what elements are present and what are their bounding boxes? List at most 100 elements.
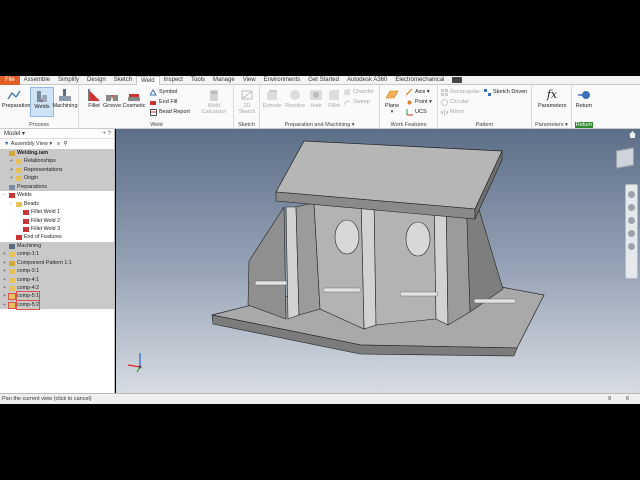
expand-icon[interactable]: + bbox=[3, 276, 6, 284]
filter-icon[interactable]: ▼ bbox=[4, 141, 9, 147]
viewcube[interactable] bbox=[616, 147, 634, 169]
tree-item[interactable]: Fillet Weld 1 bbox=[0, 208, 114, 216]
tree-item[interactable]: + comp-4:1 bbox=[0, 275, 114, 284]
tab-tools[interactable]: Tools bbox=[187, 76, 209, 85]
mirror-icon bbox=[441, 109, 448, 116]
chevron-down-icon[interactable]: ▾ bbox=[22, 131, 25, 137]
revolve-button[interactable]: Revolve bbox=[283, 87, 307, 117]
plane-button[interactable]: Plane ▾ bbox=[382, 87, 402, 117]
cosmetic-weld-button[interactable]: Cosmetic bbox=[121, 87, 147, 117]
search-icon[interactable]: ⚲ bbox=[63, 141, 67, 147]
tab-manage[interactable]: Manage bbox=[209, 76, 239, 85]
bead-report-button[interactable]: Bead Report bbox=[150, 108, 190, 117]
machining-button[interactable]: Machining bbox=[52, 87, 78, 117]
tree-item[interactable]: - Beads bbox=[0, 200, 114, 208]
chamfer-button[interactable]: Chamfer bbox=[344, 88, 374, 97]
tab-get-started[interactable]: Get Started bbox=[304, 76, 343, 85]
assembly-view-selector[interactable]: Assembly View ▾ bbox=[11, 141, 54, 147]
tab-design[interactable]: Design bbox=[83, 76, 110, 85]
tab-electromechanical[interactable]: Electromechanical bbox=[391, 76, 448, 85]
mirror-button[interactable]: Mirror bbox=[441, 108, 464, 117]
tree-item[interactable]: + comp-4:2 bbox=[0, 284, 114, 293]
tree-item[interactable]: - Welds bbox=[0, 191, 114, 199]
expand-icon[interactable]: + bbox=[3, 284, 6, 292]
tree-item[interactable]: + Component Pattern 1:1 bbox=[0, 258, 114, 268]
group-return-label: Return bbox=[572, 122, 596, 128]
navigation-bar[interactable] bbox=[625, 184, 638, 279]
expand-icon[interactable]: + bbox=[3, 250, 6, 258]
circular-pattern-button[interactable]: Circular bbox=[441, 98, 469, 107]
group-weld: Fillet Groove Cosmetic Symbol End Fill B… bbox=[80, 85, 234, 129]
add-icon[interactable]: + bbox=[102, 131, 106, 137]
expand-icon[interactable]: + bbox=[3, 267, 6, 275]
group-preparation-machining-label: Preparation and Machining ▾ bbox=[260, 122, 379, 128]
parameters-button[interactable]: fx Parameters bbox=[538, 87, 566, 117]
sketch-driven-pattern-button[interactable]: Sketch Driven bbox=[484, 88, 527, 97]
help-icon[interactable]: ? bbox=[108, 131, 111, 137]
web-plate-face-a bbox=[313, 198, 365, 330]
tab-file[interactable]: File bbox=[0, 75, 20, 85]
tree-item[interactable]: Preparations bbox=[0, 182, 114, 192]
preparation-button[interactable]: Preparation bbox=[2, 87, 30, 117]
zoom-icon[interactable] bbox=[628, 217, 635, 224]
point-button[interactable]: Point ▾ bbox=[406, 98, 432, 107]
tree-item[interactable]: Fillet Weld 2 bbox=[0, 217, 114, 225]
part-icon bbox=[8, 293, 16, 301]
dropdown-arrow-icon[interactable]: ▾ bbox=[352, 122, 355, 128]
dropdown-arrow-icon[interactable]: ▾ bbox=[565, 122, 568, 128]
tab-environments[interactable]: Environments bbox=[260, 76, 305, 85]
mirror-label: Mirror bbox=[450, 109, 465, 115]
tree-item[interactable]: + comp-1:1 bbox=[0, 250, 114, 259]
weld-calculator-button[interactable]: Weld Calculator bbox=[200, 87, 228, 117]
sweep-button[interactable]: Sweep bbox=[343, 98, 370, 107]
tree-item[interactable]: + comp-5:2 bbox=[0, 299, 114, 311]
symbol-button[interactable]: Symbol bbox=[149, 88, 177, 97]
expand-icon[interactable]: + bbox=[3, 259, 6, 267]
tree-item-label: Component Pattern 1:1 bbox=[17, 259, 72, 266]
tree-item[interactable]: + Relationships bbox=[0, 157, 114, 166]
tree-item[interactable]: Welding.iam bbox=[0, 149, 114, 158]
collapse-icon[interactable]: - bbox=[10, 200, 12, 208]
expand-icon[interactable]: + bbox=[10, 174, 13, 182]
ribbon-options-icon[interactable] bbox=[452, 77, 463, 83]
tab-sketch[interactable]: Sketch bbox=[110, 76, 136, 85]
return-button[interactable]: Return bbox=[572, 87, 596, 117]
collapse-icon[interactable]: - bbox=[3, 191, 5, 199]
tab-weld[interactable]: Weld bbox=[136, 75, 160, 85]
tab-inspect[interactable]: Inspect bbox=[160, 76, 187, 85]
tree-item[interactable]: + comp-3:1 bbox=[0, 267, 114, 276]
part-icon bbox=[9, 277, 15, 283]
axis-button[interactable]: Axis ▾ bbox=[405, 88, 430, 97]
expand-icon[interactable]: + bbox=[3, 301, 6, 309]
tab-autodesk-a360[interactable]: Autodesk A360 bbox=[343, 76, 391, 85]
graphics-viewport[interactable] bbox=[116, 129, 640, 393]
expand-icon[interactable]: + bbox=[10, 157, 13, 165]
extrude-button[interactable]: Extrude bbox=[261, 87, 283, 117]
welds-button[interactable]: Welds bbox=[30, 87, 54, 117]
rectangular-pattern-button[interactable]: Rectangular bbox=[441, 88, 480, 97]
2d-sketch-button[interactable]: 2D Sketch bbox=[235, 87, 259, 117]
expand-icon[interactable]: + bbox=[3, 292, 6, 300]
home-icon[interactable] bbox=[629, 131, 636, 138]
ucs-button[interactable]: UCS bbox=[406, 108, 427, 117]
tab-assemble[interactable]: Assemble bbox=[20, 76, 54, 85]
expand-icon[interactable]: + bbox=[10, 166, 13, 174]
tab-simplify[interactable]: Simplify bbox=[54, 76, 83, 85]
end-fill-button[interactable]: End Fill bbox=[150, 98, 177, 107]
tree-item[interactable]: + Origin bbox=[0, 174, 114, 183]
tree-item-label: Welding.iam bbox=[17, 150, 49, 156]
status-bar: Pan the current view (click to cancel) 9… bbox=[0, 393, 640, 404]
look-at-icon[interactable] bbox=[628, 243, 635, 250]
tree-item[interactable]: + comp-5:1 bbox=[0, 291, 114, 302]
steering-wheel-icon[interactable] bbox=[628, 191, 635, 198]
hole-button[interactable]: Hole bbox=[307, 87, 325, 117]
tree-item[interactable]: Fillet Weld 3 bbox=[0, 225, 114, 233]
menu-icon[interactable]: ≡ bbox=[57, 141, 60, 147]
tree-item[interactable]: End of Features bbox=[0, 233, 114, 241]
pan-icon[interactable] bbox=[628, 204, 635, 211]
tree-item[interactable]: + Representations bbox=[0, 165, 114, 175]
fillet-button[interactable]: Fillet bbox=[325, 87, 343, 117]
tab-view[interactable]: View bbox=[239, 76, 260, 85]
orbit-icon[interactable] bbox=[628, 230, 635, 237]
tree-item[interactable]: Machining bbox=[0, 241, 114, 251]
